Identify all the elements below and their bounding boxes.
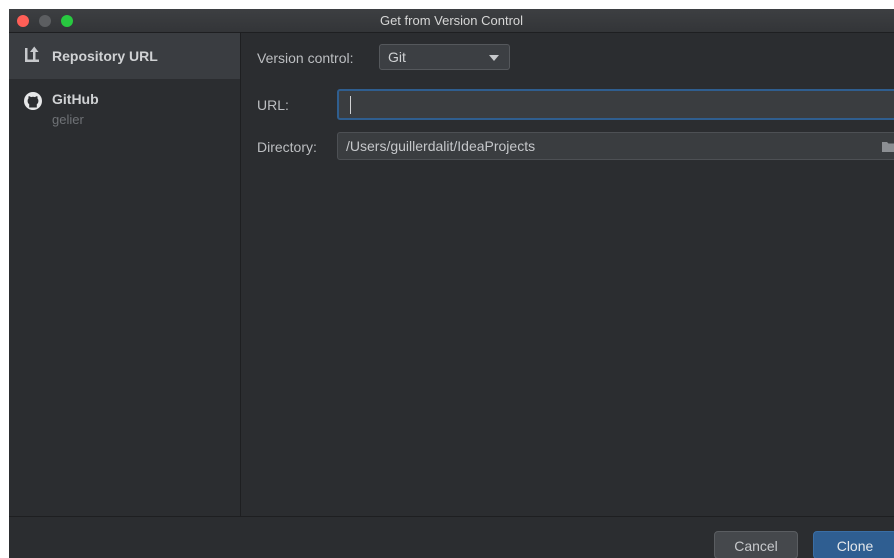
version-control-value: Git	[388, 49, 406, 65]
directory-input[interactable]: /Users/guillerdalit/IdeaProjects	[337, 132, 894, 160]
github-icon	[23, 91, 43, 116]
sidebar-item-label: GitHub	[52, 91, 99, 107]
sidebar-item-github[interactable]: GitHub gelier	[9, 81, 240, 141]
window-title: Get from Version Control	[379, 13, 524, 28]
folder-icon[interactable]	[882, 140, 894, 158]
directory-value: /Users/guillerdalit/IdeaProjects	[346, 138, 536, 154]
url-input[interactable]	[337, 89, 894, 120]
text-cursor	[350, 96, 351, 114]
sidebar-item-label: Repository URL	[52, 48, 158, 64]
clone-button[interactable]: Clone	[813, 531, 894, 558]
sidebar: Repository URL GitHub gelier	[9, 33, 241, 516]
repository-url-icon	[23, 46, 41, 69]
version-control-label: Version control:	[257, 50, 354, 66]
directory-label: Directory:	[257, 139, 317, 155]
github-account-name: gelier	[52, 112, 84, 127]
chevron-down-icon	[489, 55, 499, 61]
dialog-window: Get from Version Control Repository URL	[9, 9, 894, 558]
title-bar: Get from Version Control	[9, 9, 894, 33]
dialog-footer: Cancel Clone	[9, 516, 894, 558]
main-panel: Version control: Git URL: Directory: /Us…	[241, 33, 894, 516]
version-control-select[interactable]: Git	[379, 44, 510, 70]
url-label: URL:	[257, 97, 289, 113]
sidebar-item-repository-url[interactable]: Repository URL	[9, 33, 240, 79]
cancel-button[interactable]: Cancel	[714, 531, 798, 558]
